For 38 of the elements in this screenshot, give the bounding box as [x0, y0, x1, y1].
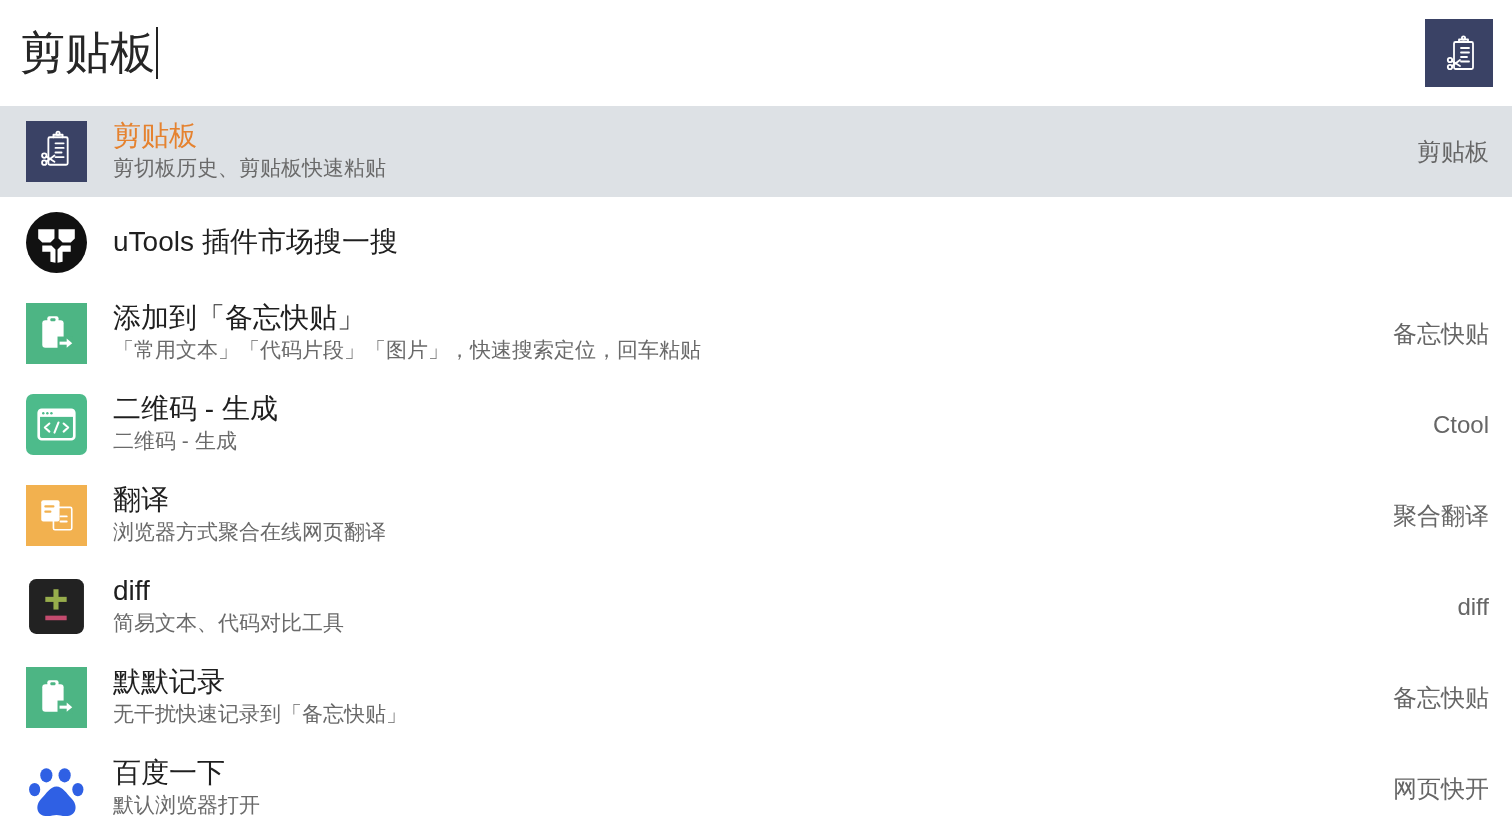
result-title: 二维码 - 生成 — [113, 391, 278, 426]
plugin-name: 网页快开 — [1393, 773, 1489, 804]
result-row[interactable]: 百度一下 默认浏览器打开 网页快开 — [0, 743, 1512, 832]
circle-logo-icon — [26, 212, 87, 273]
result-description: 二维码 - 生成 — [113, 427, 237, 454]
result-title: 翻译 — [113, 482, 169, 517]
result-title: uTools 插件市场搜一搜 — [113, 224, 398, 259]
result-row[interactable]: 二维码 - 生成 二维码 - 生成 Ctool — [0, 379, 1512, 470]
two-cards-icon — [26, 485, 87, 546]
result-title: 百度一下 — [113, 755, 225, 790]
result-description: 浏览器方式聚合在线网页翻译 — [113, 518, 386, 545]
clipboard-icon — [26, 121, 87, 182]
code-window-icon — [26, 394, 87, 455]
result-row[interactable]: 默默记录 无干扰快速记录到「备忘快贴」 备忘快贴 — [0, 652, 1512, 743]
plugin-name: 聚合翻译 — [1393, 500, 1489, 531]
search-text: 剪贴板 — [20, 26, 155, 80]
plugin-name: 剪贴板 — [1417, 136, 1489, 167]
result-row[interactable]: 翻译 浏览器方式聚合在线网页翻译 聚合翻译 — [0, 470, 1512, 561]
result-row[interactable]: 剪贴板 剪切板历史、剪贴板快速粘贴 剪贴板 — [0, 106, 1512, 197]
plus-minus-icon — [26, 576, 87, 637]
search-field[interactable]: 剪贴板 — [20, 21, 1425, 85]
plugin-name: Ctool — [1432, 410, 1489, 439]
result-description: 「常用文本」「代码片段」「图片」，快速搜索定位，回车粘贴 — [113, 336, 701, 363]
result-title: 默默记录 — [113, 664, 225, 699]
result-title: 添加到「备忘快贴」 — [113, 300, 365, 335]
result-description: 默认浏览器打开 — [113, 791, 260, 818]
plugin-button[interactable] — [1425, 19, 1493, 87]
result-row[interactable]: diff 简易文本、代码对比工具 diff — [0, 561, 1512, 652]
plugin-name: 备忘快贴 — [1393, 318, 1489, 349]
result-row[interactable]: 添加到「备忘快贴」 「常用文本」「代码片段」「图片」，快速搜索定位，回车粘贴 备忘快贴 — [0, 288, 1512, 379]
result-row[interactable]: uTools 插件市场搜一搜 — [0, 197, 1512, 288]
result-description: 简易文本、代码对比工具 — [113, 609, 344, 636]
result-description: 无干扰快速记录到「备忘快贴」 — [113, 700, 407, 727]
result-title: diff — [113, 573, 150, 608]
plugin-name: diff — [1457, 592, 1489, 621]
result-description: 剪切板历史、剪贴板快速粘贴 — [113, 154, 386, 181]
result-title: 剪贴板 — [113, 118, 197, 153]
plugin-name: 备忘快贴 — [1393, 682, 1489, 713]
